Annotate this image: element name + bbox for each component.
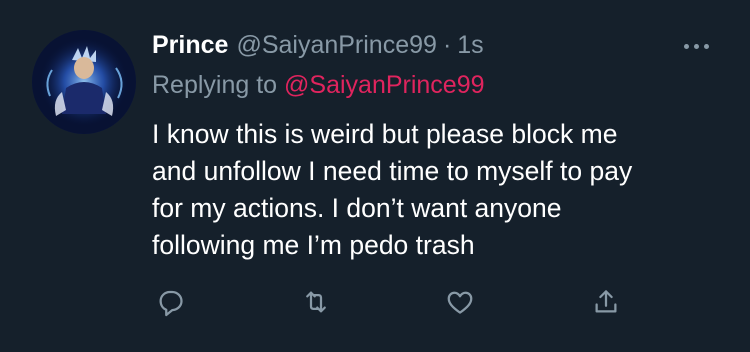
retweet-icon [306,291,326,313]
heart-icon [447,291,473,314]
replying-prefix: Replying to [152,71,278,99]
replying-to-line: Replying to @SaiyanPrince99 [152,68,485,102]
separator-dot: · [442,31,452,59]
reply-icon [159,290,183,317]
timestamp[interactable]: 1s [457,28,483,62]
retweet-button[interactable] [296,282,336,322]
avatar[interactable] [32,30,136,134]
avatar-image [32,30,136,134]
share-icon [595,290,617,313]
author-handle[interactable]: @SaiyanPrince99 [236,28,437,62]
tweet-header: Prince @SaiyanPrince99 · 1s [152,28,484,62]
share-button[interactable] [586,282,626,322]
reply-button[interactable] [150,282,190,322]
tweet-text: I know this is weird but please block me… [152,119,633,260]
tweet-card[interactable]: Prince @SaiyanPrince99 · 1s Replying to … [0,0,750,352]
like-button[interactable] [440,282,480,322]
author-name[interactable]: Prince [152,28,228,62]
tweet-actions [150,282,630,322]
more-dots-icon[interactable] [676,36,716,56]
replying-mention-link[interactable]: @SaiyanPrince99 [284,71,485,99]
